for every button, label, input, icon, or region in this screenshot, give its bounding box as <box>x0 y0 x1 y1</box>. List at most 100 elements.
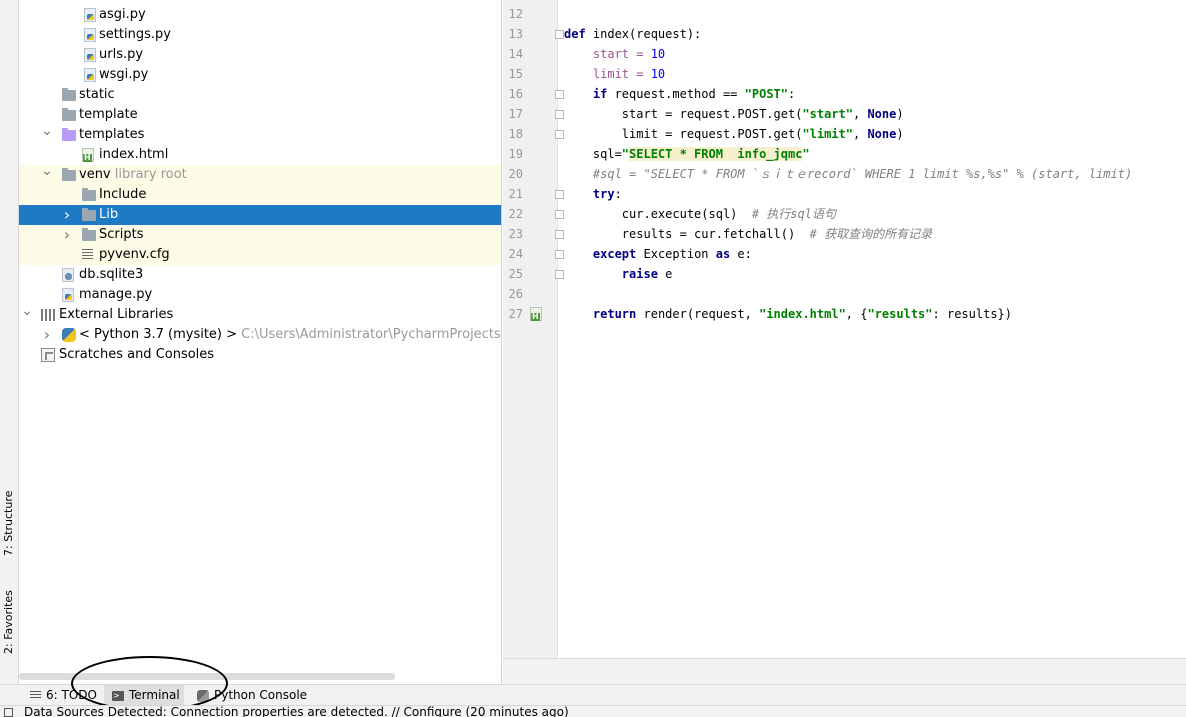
tree-item[interactable]: wsgi.py <box>19 65 501 85</box>
tree-item[interactable]: ⌄ External Libraries <box>19 303 501 325</box>
line-number: 23 <box>508 227 523 241</box>
tree-item[interactable]: ⌄ venv library root <box>19 163 501 185</box>
fold-marker-icon[interactable] <box>555 130 564 139</box>
code-token: return <box>592 307 637 321</box>
tree-item-label: template <box>79 105 138 125</box>
tree-item-name: Scripts <box>99 227 144 242</box>
chevron-right-icon[interactable]: › <box>41 325 53 345</box>
fold-marker-icon[interactable] <box>555 30 564 39</box>
chevron-right-icon[interactable]: › <box>61 225 73 245</box>
code-token: , <box>853 107 868 121</box>
code-line[interactable]: return render(request, "index.html", {"r… <box>564 304 1184 324</box>
tree-item[interactable]: › Lib <box>19 205 501 225</box>
code-line[interactable]: results = cur.fetchall() # 获取查询的所有记录 <box>564 224 1184 244</box>
folder-icon <box>62 88 76 102</box>
editor-gutter: 12 13 14 15 16 17 18 19 20 21 22 23 24 25 26 27 <box>503 0 564 658</box>
code-token: 10 <box>650 67 666 81</box>
html-file-icon-shape <box>82 148 94 162</box>
line-number: 19 <box>508 147 523 161</box>
favorites-tab[interactable]: 2: Favorites <box>0 590 19 670</box>
folder-icon-shape <box>82 228 96 241</box>
python-file-icon <box>84 28 98 42</box>
tree-item-name: wsgi.py <box>99 67 149 82</box>
html-template-gutter-icon[interactable] <box>530 307 544 321</box>
fold-marker-icon[interactable] <box>555 230 564 239</box>
tree-item[interactable]: pyvenv.cfg <box>19 245 501 265</box>
tree-item[interactable]: › < Python 3.7 (mysite) > C:\Users\Admini… <box>19 325 501 345</box>
tree-item-label: Scratches and Consoles <box>59 345 214 365</box>
code-line[interactable]: def index(request): <box>564 24 1184 44</box>
folder-icon <box>62 108 76 122</box>
tree-item[interactable]: Scratches and Consoles <box>19 345 501 365</box>
line-number: 12 <box>508 7 523 21</box>
code-token: start = request.POST.get( <box>564 107 803 121</box>
tree-item[interactable]: › Scripts <box>19 225 501 245</box>
line-number: 14 <box>508 47 523 61</box>
fold-marker-icon[interactable] <box>555 90 564 99</box>
scratches-icon <box>41 348 55 362</box>
code-line[interactable]: except Exception as e: <box>564 244 1184 264</box>
code-line[interactable] <box>564 4 1184 24</box>
code-line[interactable]: sql="SELECT * FROM info_jqmc" <box>564 144 1184 164</box>
tree-item[interactable]: settings.py <box>19 25 501 45</box>
code-editor[interactable]: 12 13 14 15 16 17 18 19 20 21 22 23 24 25 26 27 def ind… <box>503 0 1186 684</box>
line-number: 15 <box>508 67 523 81</box>
code-token: except <box>592 247 637 261</box>
tree-item[interactable]: db.sqlite3 <box>19 265 501 285</box>
config-file-icon-shape <box>82 249 93 261</box>
tree-item[interactable]: static <box>19 85 501 105</box>
code-token: request.method == <box>607 87 745 101</box>
tree-item[interactable]: template <box>19 105 501 125</box>
line-number: 22 <box>508 207 523 221</box>
tree-item-label: Scripts <box>99 225 143 245</box>
line-number: 13 <box>508 27 523 41</box>
code-line[interactable]: start = request.POST.get("start", None) <box>564 104 1184 124</box>
code-token: " <box>621 147 630 161</box>
tree-item-label: db.sqlite3 <box>79 265 143 285</box>
chevron-down-icon[interactable]: ⌄ <box>41 121 53 141</box>
chevron-down-icon[interactable]: ⌄ <box>41 161 53 181</box>
tree-item-name: static <box>79 87 115 102</box>
tree-item[interactable]: asgi.py <box>19 5 501 25</box>
code-token: " <box>802 147 810 161</box>
tree-item-name: Scratches and Consoles <box>59 347 215 362</box>
tree-item-label: static <box>79 85 115 105</box>
code-line[interactable] <box>564 284 1184 304</box>
code-line[interactable]: try: <box>564 184 1184 204</box>
python-file-icon-shape <box>84 8 96 22</box>
chevron-down-icon[interactable]: ⌄ <box>21 301 33 321</box>
tree-item[interactable]: ⌄ templates <box>19 123 501 145</box>
tree-item[interactable]: urls.py <box>19 45 501 65</box>
line-number: 16 <box>508 87 523 101</box>
code-token: "results" <box>867 307 933 321</box>
fold-marker-icon[interactable] <box>555 190 564 199</box>
code-line[interactable]: raise e <box>564 264 1184 284</box>
tree-item-label: index.html <box>99 145 168 165</box>
status-message[interactable]: Data Sources Detected: Connection proper… <box>24 706 569 717</box>
status-toggle-icon[interactable] <box>4 708 13 717</box>
fold-marker-icon[interactable] <box>555 270 564 279</box>
tree-item-name: templates <box>79 127 145 142</box>
chevron-right-icon[interactable]: › <box>61 205 73 225</box>
code-line[interactable]: limit = request.POST.get("limit", None) <box>564 124 1184 144</box>
tree-item[interactable]: Include <box>19 185 501 205</box>
fold-marker-icon[interactable] <box>555 250 564 259</box>
code-line[interactable]: if request.method == "POST": <box>564 84 1184 104</box>
code-line[interactable]: #sql = "SELECT * FROM `ｓｉｔｅrecord` WHERE… <box>564 164 1184 184</box>
database-file-icon <box>62 268 76 282</box>
code-line[interactable]: limit = 10 <box>564 64 1184 84</box>
tree-item-label: templates <box>79 125 144 145</box>
fold-marker-icon[interactable] <box>555 110 564 119</box>
code-token: , { <box>845 307 868 321</box>
fold-marker-icon[interactable] <box>555 210 564 219</box>
code-token: render(request, <box>636 307 760 321</box>
tree-item-hint: C:\Users\Administrator\PycharmProjects\m… <box>241 327 501 342</box>
structure-tab[interactable]: 7: Structure <box>0 490 19 570</box>
tree-item[interactable]: index.html <box>19 145 501 165</box>
line-number: 17 <box>508 107 523 121</box>
tree-item[interactable]: manage.py <box>19 285 501 305</box>
code-line[interactable]: start = 10 <box>564 44 1184 64</box>
code-line[interactable]: cur.execute(sql) # 执行sql语句 <box>564 204 1184 224</box>
